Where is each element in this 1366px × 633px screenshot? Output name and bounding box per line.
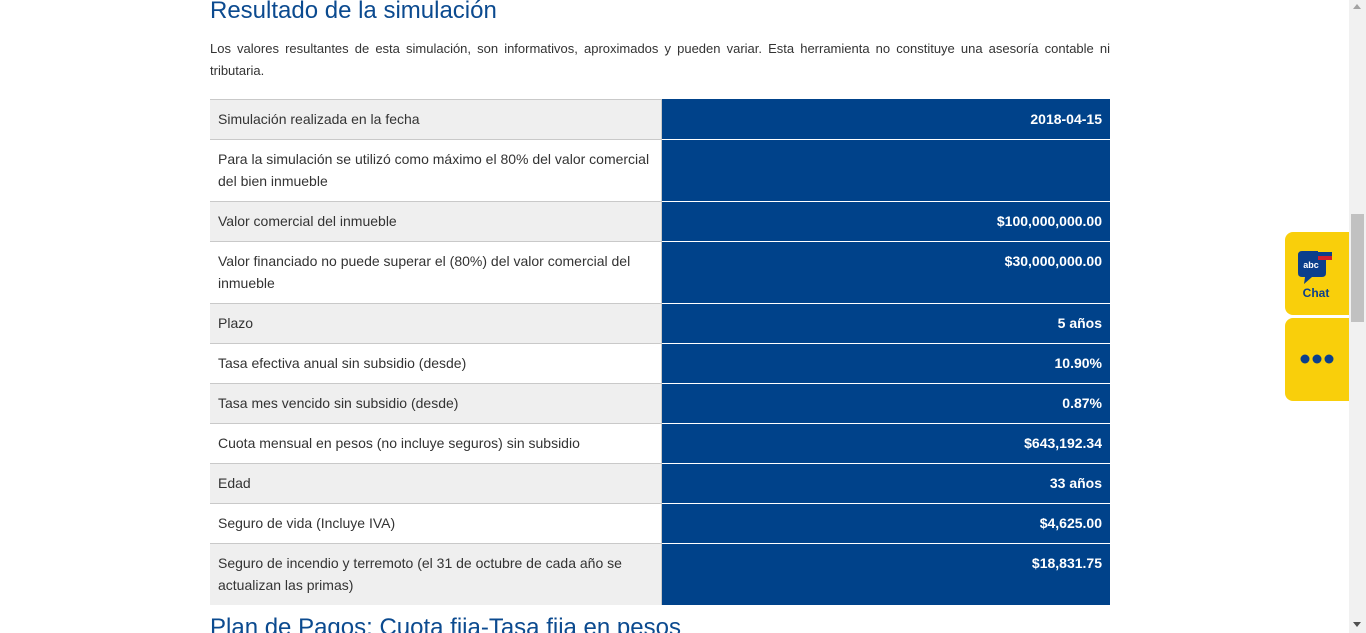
scroll-down-arrow-icon[interactable] [1353, 622, 1361, 627]
disclaimer-text: Los valores resultantes de esta simulaci… [210, 41, 1110, 78]
scroll-up-arrow-icon[interactable] [1353, 4, 1361, 9]
row-value: 0.87% [661, 383, 1110, 424]
row-label: Tasa efectiva anual sin subsidio (desde) [210, 343, 662, 384]
row-value: 5 años [661, 303, 1110, 344]
more-dots-icon [1300, 354, 1334, 364]
row-label: Valor financiado no puede superar el (80… [210, 241, 662, 304]
row-value: $4,625.00 [661, 503, 1110, 544]
table-row: Tasa efectiva anual sin subsidio (desde)… [210, 343, 1110, 384]
row-label: Cuota mensual en pesos (no incluye segur… [210, 423, 662, 464]
row-label: Simulación realizada en la fecha [210, 99, 662, 140]
row-value: $100,000,000.00 [661, 201, 1110, 242]
row-value: $18,831.75 [661, 543, 1110, 605]
row-value: 2018-04-15 [661, 99, 1110, 140]
results-body: Simulación realizada en la fecha 2018-04-… [210, 99, 1110, 605]
table-row: Simulación realizada en la fecha 2018-04-… [210, 99, 1110, 140]
svg-text:abc: abc [1303, 260, 1319, 270]
chat-label: Chat [1302, 286, 1330, 300]
row-label: Valor comercial del inmueble [210, 201, 662, 242]
page: Resultado de la simulación Los valores r… [0, 0, 1366, 633]
row-value [661, 139, 1110, 202]
row-value: $643,192.34 [661, 423, 1110, 464]
table-row: Seguro de vida (Incluye IVA) $4,625.00 [210, 503, 1110, 544]
section-title: Resultado de la simulación [210, 0, 497, 24]
table-row: Seguro de incendio y terremoto (el 31 de… [210, 543, 1110, 605]
scrollbar-thumb[interactable] [1351, 214, 1364, 322]
abc-chat-bubble-icon: abc [1298, 248, 1332, 284]
table-row: Valor comercial del inmueble $100,000,000… [210, 201, 1110, 242]
table-row: Valor financiado no puede superar el (80… [210, 241, 1110, 304]
table-row: Plazo 5 años [210, 303, 1110, 344]
row-label: Edad [210, 463, 662, 504]
row-value: 33 años [661, 463, 1110, 504]
row-label: Para la simulación se utilizó como máxim… [210, 139, 662, 202]
more-options-button[interactable] [1285, 318, 1349, 401]
table-row: Cuota mensual en pesos (no incluye segur… [210, 423, 1110, 464]
payment-plan-title: Plan de Pagos: Cuota fija-Tasa fija en p… [210, 614, 681, 633]
row-label: Seguro de incendio y terremoto (el 31 de… [210, 543, 662, 605]
table-row: Para la simulación se utilizó como máxim… [210, 139, 1110, 202]
row-label: Tasa mes vencido sin subsidio (desde) [210, 383, 662, 424]
row-value: 10.90% [661, 343, 1110, 384]
simulation-results-table: Simulación realizada en la fecha 2018-04-… [210, 99, 1110, 605]
vertical-scrollbar[interactable] [1349, 0, 1366, 633]
row-label: Plazo [210, 303, 662, 344]
row-value: $30,000,000.00 [661, 241, 1110, 304]
row-label: Seguro de vida (Incluye IVA) [210, 503, 662, 544]
table-row: Tasa mes vencido sin subsidio (desde) 0.8… [210, 383, 1110, 424]
chat-button[interactable]: abc Chat [1285, 232, 1349, 315]
table-row: Edad 33 años [210, 463, 1110, 504]
